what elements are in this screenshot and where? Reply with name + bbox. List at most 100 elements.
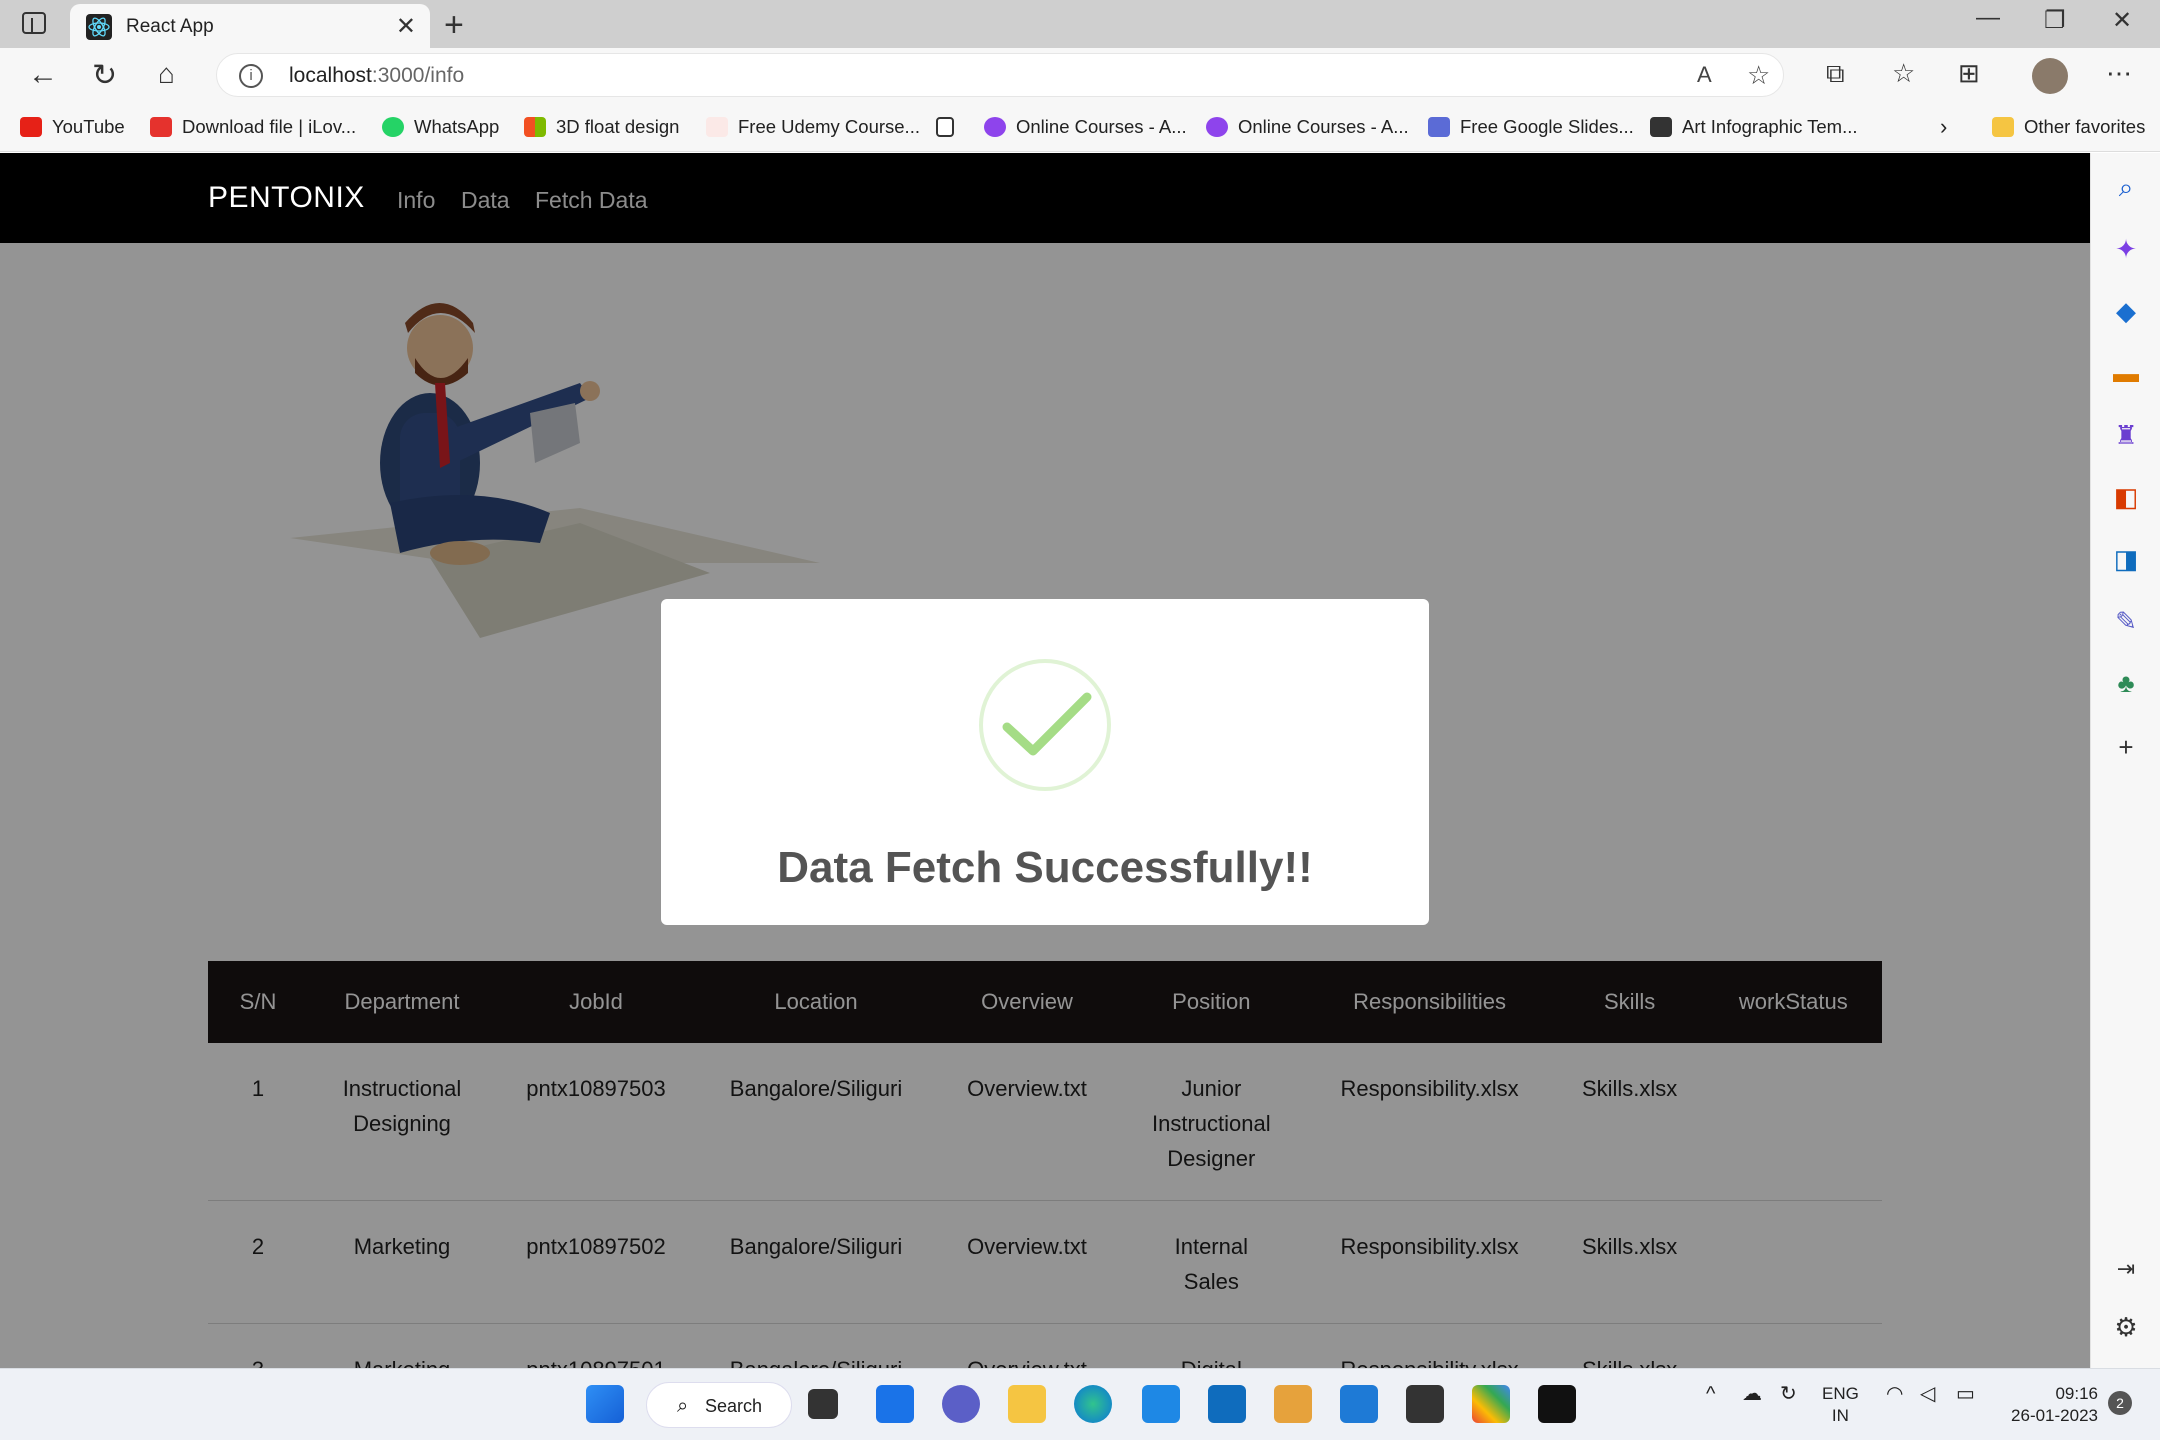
office-icon[interactable]: ◧ bbox=[2112, 483, 2140, 511]
chevron-up-icon[interactable]: ^ bbox=[1706, 1383, 1715, 1405]
bookmark-art-infographic[interactable]: Art Infographic Tem... bbox=[1650, 116, 1858, 138]
time-text: 09:16 bbox=[2055, 1384, 2098, 1403]
tools-icon[interactable]: ▬ bbox=[2112, 359, 2140, 387]
bookmark-whatsapp[interactable]: WhatsApp bbox=[382, 116, 499, 138]
date-text: 26-01-2023 bbox=[2011, 1406, 2098, 1425]
add-favorite-icon[interactable]: ☆ bbox=[1747, 60, 1770, 91]
tree-icon[interactable]: ♣ bbox=[2112, 669, 2140, 697]
checkmark-icon bbox=[1002, 692, 1092, 756]
lang-bottom: IN bbox=[1831, 1406, 1849, 1425]
task-view-icon[interactable] bbox=[808, 1389, 838, 1419]
store-icon[interactable] bbox=[1406, 1385, 1444, 1423]
success-message: Data Fetch Successfully!! bbox=[777, 843, 1313, 892]
game-icon[interactable] bbox=[1274, 1385, 1312, 1423]
battery-icon[interactable]: ▭ bbox=[1956, 1383, 1975, 1405]
course-icon bbox=[1206, 117, 1228, 137]
sync-icon[interactable]: ↻ bbox=[1780, 1383, 1797, 1405]
site-info-icon[interactable]: i bbox=[239, 64, 263, 88]
infographic-icon bbox=[1650, 117, 1672, 137]
bookmark-3d-float[interactable]: 3D float design bbox=[524, 116, 679, 138]
mail-icon[interactable] bbox=[1208, 1385, 1246, 1423]
other-favorites[interactable]: Other favorites bbox=[1992, 116, 2145, 138]
bookmark-ilovepdf[interactable]: Download file | iLov... bbox=[150, 116, 356, 138]
photos-icon[interactable] bbox=[1472, 1385, 1510, 1423]
restore-icon[interactable]: ❐ bbox=[2044, 6, 2066, 35]
url-path: :3000/info bbox=[371, 64, 465, 87]
clock[interactable]: 09:16 26-01-2023 bbox=[2004, 1383, 2098, 1427]
file-explorer-icon[interactable] bbox=[1008, 1385, 1046, 1423]
back-icon[interactable]: ← bbox=[28, 58, 58, 92]
nav-data[interactable]: Data bbox=[461, 187, 510, 214]
new-tab-icon[interactable]: + bbox=[444, 6, 464, 45]
onedrive-icon[interactable]: ☁ bbox=[1742, 1383, 1762, 1405]
games-icon[interactable]: ♜ bbox=[2112, 421, 2140, 449]
windows-start-icon[interactable] bbox=[586, 1385, 624, 1423]
vscode-icon[interactable] bbox=[1340, 1385, 1378, 1423]
lang-top: ENG bbox=[1822, 1384, 1859, 1403]
bookmark-label: 3D float design bbox=[556, 116, 680, 137]
widgets-icon[interactable] bbox=[876, 1385, 914, 1423]
collections-icon[interactable]: ⊞ bbox=[1958, 58, 1980, 89]
bookmark-label: WhatsApp bbox=[414, 116, 500, 137]
nav-fetch-data[interactable]: Fetch Data bbox=[535, 187, 648, 214]
edge-browser-icon[interactable] bbox=[1074, 1385, 1112, 1423]
bookmark-label: Online Courses - A... bbox=[1238, 116, 1409, 137]
refresh-icon[interactable]: ↻ bbox=[92, 58, 117, 93]
terminal-icon[interactable] bbox=[1538, 1385, 1576, 1423]
bookmark-google-slides[interactable]: Free Google Slides... bbox=[1428, 116, 1634, 138]
chevron-right-icon[interactable]: › bbox=[1940, 114, 1947, 140]
folder-icon bbox=[1992, 117, 2014, 137]
bookmark-online-courses-2[interactable]: Online Courses - A... bbox=[1206, 116, 1409, 138]
tab-actions-icon[interactable] bbox=[22, 12, 46, 34]
home-icon[interactable]: ⌂ bbox=[158, 58, 175, 90]
browser-tab[interactable]: React App ✕ bbox=[70, 4, 430, 48]
bookmark-label: Online Courses - A... bbox=[1016, 116, 1187, 137]
bookmark-youtube[interactable]: YouTube bbox=[20, 116, 125, 138]
outlook-icon[interactable]: ◨ bbox=[2112, 545, 2140, 573]
brand-logo[interactable]: PENTONIX bbox=[208, 181, 365, 215]
url-host: localhost bbox=[289, 64, 372, 87]
add-sidebar-icon[interactable]: + bbox=[2112, 733, 2140, 761]
search-label: Search bbox=[705, 1396, 763, 1416]
extensions-icon[interactable]: ⧉ bbox=[1826, 58, 1845, 90]
read-aloud-icon[interactable]: A bbox=[1697, 62, 1712, 88]
address-bar[interactable]: i localhost:3000/info A ☆ bbox=[216, 53, 1784, 97]
edge-sidebar: ⌕ ✦ ◆ ▬ ♜ ◧ ◨ ✎ ♣ + ⇥ ⚙ bbox=[2090, 153, 2160, 1368]
os-taskbar: ⌕ Search ^ ☁ ↻ ENG IN ◠ ◁ ▭ 09:16 26-01-20… bbox=[0, 1368, 2160, 1440]
react-logo-icon bbox=[86, 14, 112, 40]
wifi-icon[interactable]: ◠ bbox=[1886, 1383, 1903, 1405]
minimize-icon[interactable]: — bbox=[1976, 4, 2000, 32]
settings-gear-icon[interactable]: ⚙ bbox=[2112, 1313, 2140, 1341]
document-icon bbox=[936, 117, 954, 137]
microsoft-icon bbox=[524, 117, 546, 137]
whatsapp-icon bbox=[382, 117, 404, 137]
designer-icon[interactable]: ✎ bbox=[2112, 607, 2140, 635]
copilot-icon[interactable]: ✦ bbox=[2112, 235, 2140, 263]
language-indicator[interactable]: ENG IN bbox=[1822, 1383, 1859, 1427]
url-text[interactable]: localhost:3000/info bbox=[289, 64, 464, 88]
tab-title: React App bbox=[126, 16, 214, 37]
success-icon-ring bbox=[979, 659, 1111, 791]
shopping-icon[interactable]: ◆ bbox=[2112, 297, 2140, 325]
bookmark-label: Free Google Slides... bbox=[1460, 116, 1634, 137]
app-navbar: PENTONIX Info Data Fetch Data bbox=[0, 153, 2090, 243]
course-icon bbox=[984, 117, 1006, 137]
favorites-icon[interactable]: ☆ bbox=[1892, 58, 1915, 89]
profile-avatar[interactable] bbox=[2032, 58, 2068, 94]
chat-icon[interactable] bbox=[942, 1385, 980, 1423]
taskbar-search[interactable]: ⌕ Search bbox=[646, 1382, 792, 1428]
bookmark-udemy[interactable]: Free Udemy Course... bbox=[706, 116, 920, 138]
volume-icon[interactable]: ◁ bbox=[1920, 1383, 1935, 1405]
other-favorites-label: Other favorites bbox=[2024, 116, 2146, 137]
hide-sidebar-icon[interactable]: ⇥ bbox=[2112, 1255, 2140, 1283]
bookmark-online-courses-1[interactable]: Online Courses - A... bbox=[984, 116, 1187, 138]
monitor-icon[interactable] bbox=[1142, 1385, 1180, 1423]
search-icon[interactable]: ⌕ bbox=[2112, 173, 2140, 201]
window-close-icon[interactable]: ✕ bbox=[2112, 6, 2132, 35]
bookmark-page[interactable] bbox=[936, 116, 964, 138]
more-options-icon[interactable]: ⋯ bbox=[2106, 58, 2132, 89]
nav-info[interactable]: Info bbox=[397, 187, 435, 214]
close-tab-icon[interactable]: ✕ bbox=[396, 12, 416, 41]
notification-badge[interactable]: 2 bbox=[2108, 1391, 2132, 1415]
udemy-icon bbox=[706, 117, 728, 137]
